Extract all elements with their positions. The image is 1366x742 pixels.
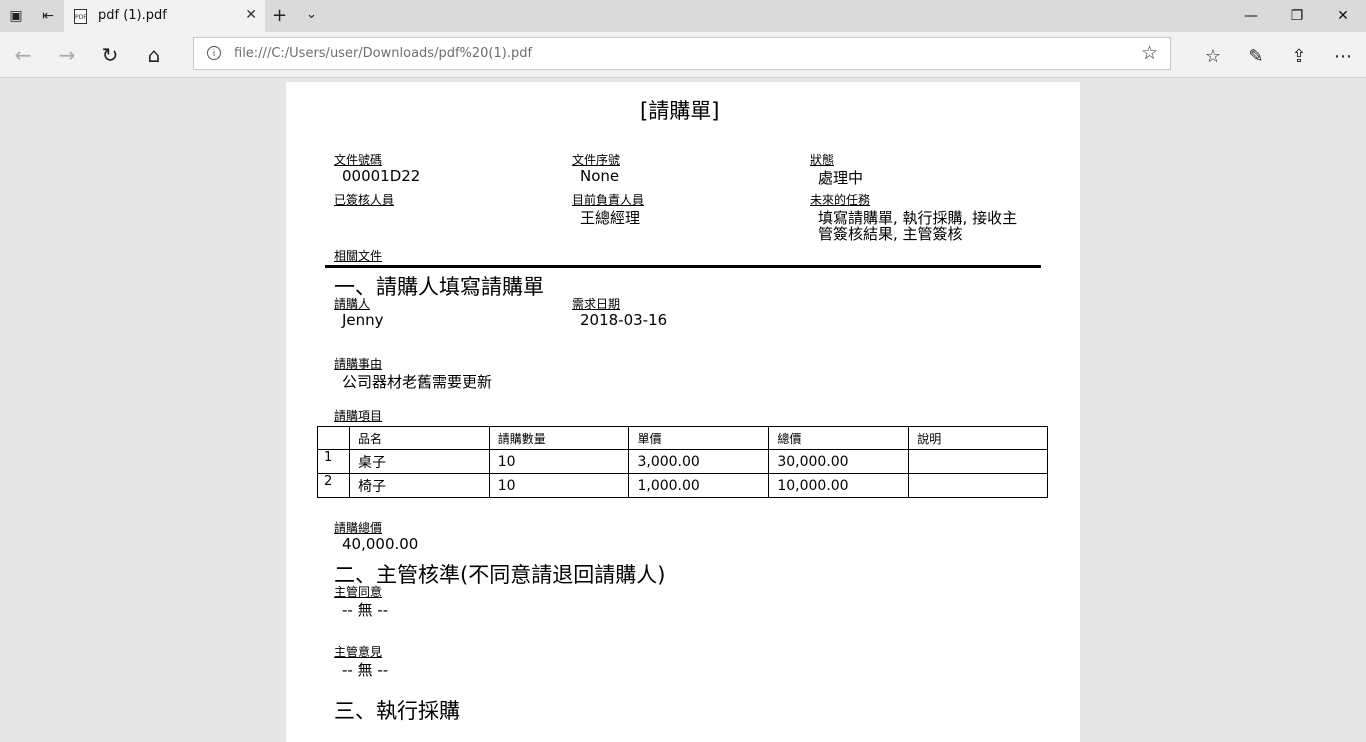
manager-opinion-value: -- 無 --	[342, 661, 389, 679]
table-cell: 10	[488, 449, 630, 474]
total-label: 請購總價	[334, 521, 383, 535]
set-aside-tabs-icon[interactable]: ⇤	[32, 0, 64, 32]
back-arrow-icon[interactable]: ←	[8, 40, 38, 70]
table-cell	[908, 473, 1048, 498]
refresh-icon[interactable]: ↻	[95, 40, 125, 70]
column-header: 品名	[348, 426, 490, 450]
table-cell: 1	[317, 449, 350, 474]
section3-heading: 三、執行採購	[334, 699, 460, 723]
doc-no-label: 文件號碼	[334, 153, 383, 167]
table-cell: 10	[488, 473, 630, 498]
doc-seq-label: 文件序號	[572, 153, 621, 167]
manager-opinion-label: 主管意見	[334, 645, 383, 659]
tab-manager-icon[interactable]: ▣	[0, 0, 32, 32]
window-close-icon[interactable]: ✕	[1320, 0, 1366, 32]
doc-no-value: 00001D22	[342, 167, 421, 185]
signed-label: 已簽核人員	[334, 193, 395, 207]
table-cell: 桌子	[348, 449, 490, 474]
table-cell: 10,000.00	[768, 473, 910, 498]
forward-arrow-icon[interactable]: →	[52, 40, 82, 70]
date-value: 2018-03-16	[580, 311, 668, 329]
close-tab-icon[interactable]: ✕	[245, 7, 257, 23]
section2-heading: 二、主管核準(不同意請退回請購人)	[334, 563, 666, 587]
doc-seq-value: None	[580, 167, 620, 185]
restore-icon[interactable]: ❐	[1274, 0, 1320, 32]
current-owner-value: 王總經理	[580, 209, 641, 227]
requester-value: Jenny	[342, 311, 384, 329]
divider	[325, 265, 1041, 268]
home-icon[interactable]: ⌂	[139, 40, 169, 70]
future-tasks-label: 未來的任務	[810, 193, 871, 207]
more-icon[interactable]: ⋯	[1328, 41, 1358, 71]
table-cell: 2	[317, 473, 350, 498]
reason-label: 請購事由	[334, 357, 383, 371]
column-header: 說明	[908, 426, 1048, 450]
pdf-page: [請購單] 文件號碼 00001D22 文件序號 None 狀態 處理中 已簽核…	[286, 82, 1080, 742]
table-cell	[908, 449, 1048, 474]
table-cell: 1,000.00	[628, 473, 770, 498]
chevron-down-icon[interactable]: ⌄	[306, 7, 317, 22]
column-header	[317, 426, 350, 450]
pen-icon[interactable]: ✎	[1241, 41, 1271, 71]
column-header: 請購數量	[488, 426, 630, 450]
tab-bar: ▣ ⇤ PDF pdf (1).pdf ✕ + ⌄ — ❐ ✕	[0, 0, 1366, 32]
table-cell: 椅子	[348, 473, 490, 498]
share-icon[interactable]: ⇪	[1284, 41, 1314, 71]
requester-label: 請購人	[334, 297, 371, 311]
date-label: 需求日期	[572, 297, 621, 311]
url-text[interactable]: file:///C:/Users/user/Downloads/pdf%20(1…	[234, 46, 532, 61]
table-cell: 3,000.00	[628, 449, 770, 474]
status-value: 處理中	[818, 169, 864, 187]
related-docs-label: 相關文件	[334, 249, 383, 263]
tab-title: pdf (1).pdf	[98, 8, 167, 23]
column-header: 單價	[628, 426, 770, 450]
items-label: 請購項目	[334, 409, 383, 423]
table-row: 2 椅子 10 1,000.00 10,000.00	[317, 473, 1048, 498]
status-label: 狀態	[810, 153, 835, 167]
tab-active[interactable]: PDF pdf (1).pdf ✕	[64, 0, 265, 32]
new-tab-icon[interactable]: +	[272, 5, 287, 26]
manager-agree-label: 主管同意	[334, 585, 383, 599]
table-cell: 30,000.00	[768, 449, 910, 474]
address-bar[interactable]: i file:///C:/Users/user/Downloads/pdf%20…	[193, 37, 1171, 70]
info-icon[interactable]: i	[207, 46, 221, 60]
total-value: 40,000.00	[342, 535, 419, 553]
pdf-file-icon: PDF	[74, 9, 87, 24]
future-tasks-line2: 管簽核結果, 主管簽核	[818, 225, 963, 243]
column-header: 總價	[768, 426, 910, 450]
table-header-row: 品名 請購數量 單價 總價 說明	[317, 426, 1048, 450]
manager-agree-value: -- 無 --	[342, 601, 389, 619]
table-row: 1 桌子 10 3,000.00 30,000.00	[317, 449, 1048, 474]
items-table: 品名 請購數量 單價 總價 說明 1 桌子 10 3,000.00 30,000…	[317, 426, 1048, 498]
favorite-star-icon[interactable]: ☆	[1141, 42, 1158, 64]
current-owner-label: 目前負責人員	[572, 193, 645, 207]
favorites-list-icon[interactable]: ☆	[1198, 41, 1228, 71]
document-title: [請購單]	[640, 99, 720, 123]
minimize-icon[interactable]: —	[1228, 0, 1274, 32]
reason-value: 公司器材老舊需要更新	[342, 373, 493, 391]
navigation-bar: ← → ↻ ⌂ i file:///C:/Users/user/Download…	[0, 32, 1366, 78]
